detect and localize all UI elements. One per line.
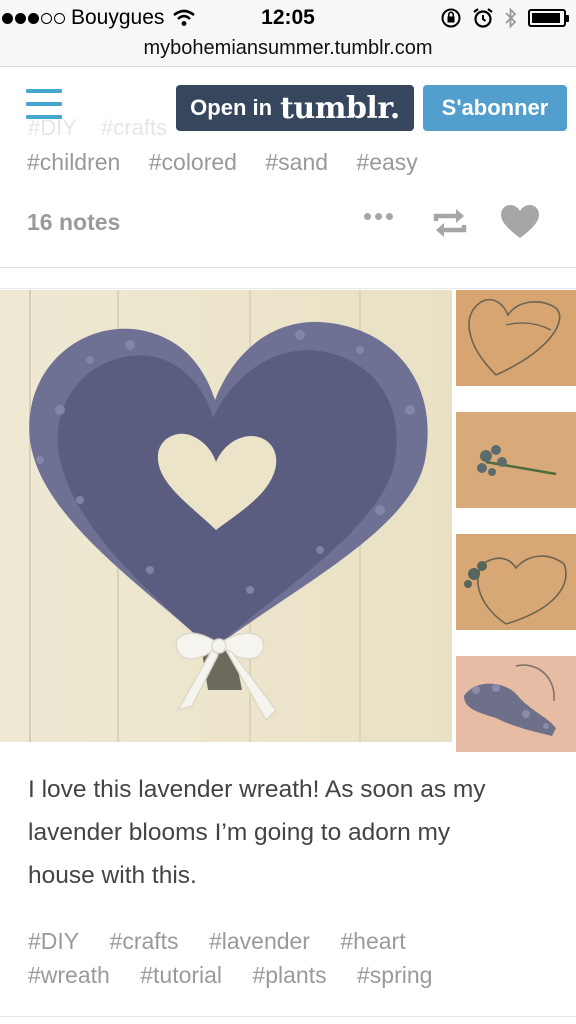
previous-post-tags: #children #colored #sand #easy bbox=[27, 149, 440, 176]
post-footer: 16 notes bbox=[0, 195, 576, 251]
thumbnail-wire-with-lavender[interactable] bbox=[456, 534, 576, 630]
faded-tag: #crafts bbox=[101, 115, 168, 140]
open-in-tumblr-button[interactable]: Open in tumblr. bbox=[176, 85, 414, 131]
open-in-label: Open in bbox=[190, 95, 273, 120]
caption-line: I love this lavender wreath! As soon as … bbox=[28, 776, 486, 803]
tag-link[interactable]: #sand bbox=[265, 149, 328, 175]
bluetooth-icon bbox=[505, 7, 517, 29]
tag-link[interactable]: #spring bbox=[357, 962, 432, 988]
alarm-icon bbox=[473, 8, 493, 28]
caption-line: house with this. bbox=[28, 862, 197, 889]
tag-link[interactable]: #plants bbox=[252, 962, 326, 988]
post-caption: I love this lavender wreath! As soon as … bbox=[28, 768, 558, 897]
thumbnail-wire-heart[interactable] bbox=[456, 290, 576, 386]
tag-link[interactable]: #crafts bbox=[110, 928, 179, 954]
post-divider bbox=[0, 267, 576, 289]
like-heart-icon[interactable] bbox=[500, 204, 540, 240]
status-bar: Bouygues 12:05 bbox=[0, 0, 576, 36]
tag-link[interactable]: #lavender bbox=[209, 928, 310, 954]
thumbnail-lavender-sprig[interactable] bbox=[456, 412, 576, 508]
tumblr-logo: tumblr. bbox=[280, 90, 400, 126]
tag-link[interactable]: #tutorial bbox=[140, 962, 222, 988]
tag-link[interactable]: #easy bbox=[356, 149, 417, 175]
tag-link[interactable]: #wreath bbox=[28, 962, 110, 988]
notes-count[interactable]: 16 notes bbox=[27, 209, 120, 236]
previous-post: #DIY #crafts Open in tumblr. S'abonner #… bbox=[0, 67, 576, 267]
reblog-icon[interactable] bbox=[432, 207, 468, 239]
photoset[interactable] bbox=[0, 290, 576, 752]
hamburger-icon[interactable] bbox=[26, 89, 62, 119]
thumbnail-partially-covered-frame[interactable] bbox=[456, 656, 576, 752]
battery-icon bbox=[528, 9, 569, 27]
tag-link[interactable]: #colored bbox=[149, 149, 237, 175]
main-photo-lavender-wreath[interactable] bbox=[0, 290, 452, 742]
url-bar[interactable]: mybohemiansummer.tumblr.com bbox=[0, 36, 576, 67]
post-tags: #DIY #crafts #lavender #heart #wreath #t… bbox=[28, 924, 568, 992]
rotation-lock-icon bbox=[441, 8, 461, 28]
caption-line: lavender blooms I’m going to adorn my bbox=[28, 819, 451, 846]
subscribe-button[interactable]: S'abonner bbox=[423, 85, 567, 131]
post-divider-bottom bbox=[0, 1016, 576, 1017]
tag-link[interactable]: #heart bbox=[340, 928, 405, 954]
more-options-icon[interactable] bbox=[364, 213, 393, 220]
tag-link[interactable]: #children bbox=[27, 149, 120, 175]
tag-link[interactable]: #DIY bbox=[28, 928, 79, 954]
